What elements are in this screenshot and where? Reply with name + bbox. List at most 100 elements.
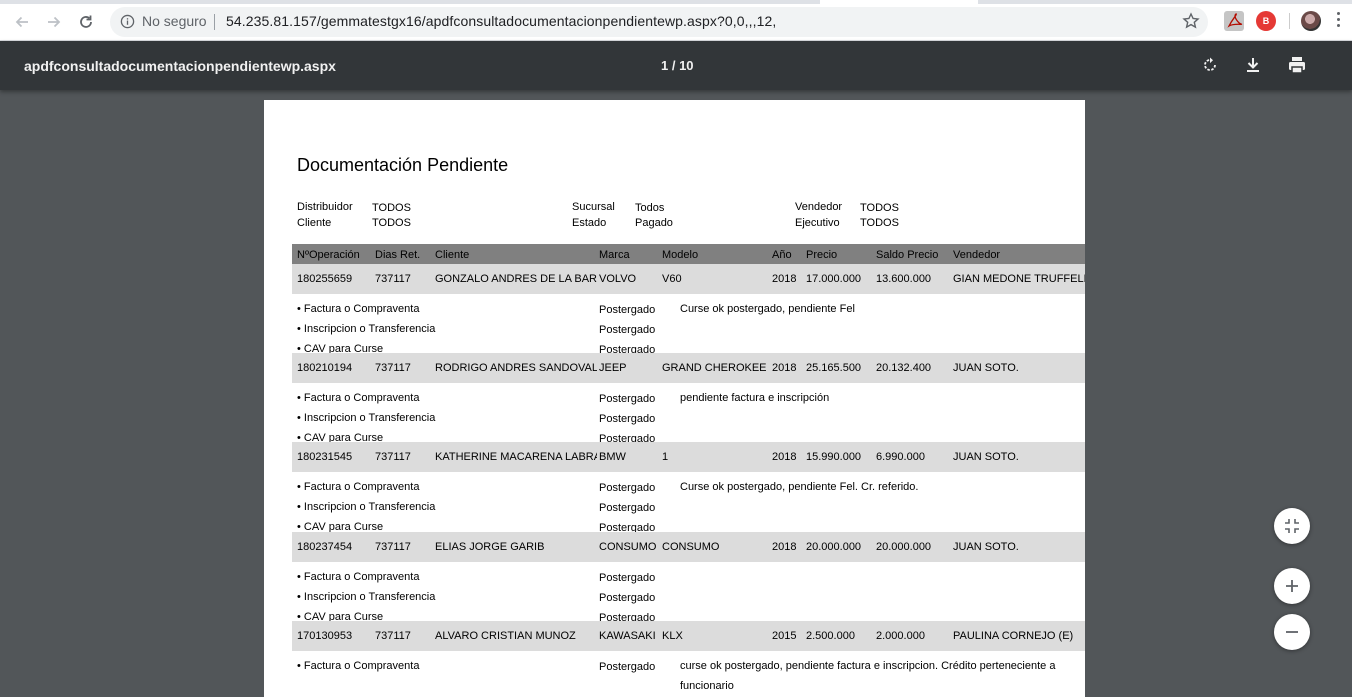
info-icon[interactable]: [120, 14, 135, 34]
rotate-icon[interactable]: [1199, 54, 1221, 76]
url-text[interactable]: 54.235.81.157/gemmatestgx16/apdfconsulta…: [226, 13, 776, 29]
filter-distribuidor-label: Distribuidor: [297, 201, 353, 213]
observation-text: funcionario: [680, 680, 734, 692]
cell-saldo: 2.000.000: [876, 630, 925, 642]
document-status: Postergado: [599, 661, 656, 673]
filter-sucursal-value: Todos: [635, 202, 665, 214]
reload-button[interactable]: [74, 10, 98, 34]
back-button[interactable]: [10, 10, 34, 34]
table-row: 180237454 737117 ELIAS JORGE GARIB CONSUMO C…: [292, 532, 1085, 562]
reload-icon: [80, 15, 92, 28]
table-row: 170130953 737117 ALVARO CRISTIAN MUNOZ KAWA…: [292, 621, 1085, 651]
cell-cliente: ELIAS JORGE GARIB: [435, 541, 545, 553]
cell-cliente: ALVARO CRISTIAN MUNOZ: [435, 630, 576, 642]
cell-operacion: 180210194: [297, 362, 353, 374]
column-header-marca: Marca: [599, 249, 630, 261]
cell-vendedor: PAULINA CORNEJO (E): [953, 630, 1074, 642]
cell-modelo: CONSUMO: [662, 541, 720, 553]
plus-icon: [1286, 580, 1298, 592]
pdf-viewer-toolbar: apdfconsultadocumentacionpendientewp.asp…: [0, 41, 1352, 90]
bookmark-star-icon[interactable]: [1182, 12, 1200, 35]
cell-cliente: RODRIGO ANDRES SANDOVAL: [435, 362, 597, 374]
cell-anio: 2018: [772, 273, 797, 285]
document-item: • Factura o Compraventa: [297, 303, 420, 315]
cell-vendedor: JUAN SOTO.: [953, 451, 1019, 463]
cell-dias: 737117: [375, 451, 411, 463]
observation-text: curse ok postergado, pendiente factura e…: [680, 660, 1056, 672]
table-row: 180231545 737117 KATHERINE MACARENA LABRA B…: [292, 442, 1085, 472]
document-item: • Inscripcion o Transferencia: [297, 501, 436, 513]
filter-vendedor-label: Vendedor: [795, 201, 843, 213]
cell-saldo: 20.132.400: [876, 362, 932, 374]
filter-vendedor-value: TODOS: [860, 202, 899, 214]
cell-marca: BMW: [599, 451, 626, 463]
arrow-left-icon: [15, 16, 28, 28]
column-header-dias: Dias Ret.: [375, 249, 421, 261]
table-row: 180210194 737117 RODRIGO ANDRES SANDOVAL JE…: [292, 353, 1085, 383]
document-item: • Inscripcion o Transferencia: [297, 412, 436, 424]
extensions-divider: [1289, 13, 1290, 29]
cell-marca: VOLVO: [599, 273, 637, 285]
document-item: • Inscripcion o Transferencia: [297, 323, 436, 335]
document-status: Postergado: [599, 502, 656, 514]
download-icon[interactable]: [1242, 54, 1264, 76]
observation-text: Curse ok postergado, pendiente Fel. Cr. …: [680, 481, 919, 493]
print-icon[interactable]: [1286, 54, 1308, 76]
cell-marca: JEEP: [599, 362, 627, 374]
arrow-right-icon: [48, 16, 61, 28]
cell-precio: 15.990.000: [806, 451, 862, 463]
table-row: 180255659 737117 GONZALO ANDRES DE LA BARR…: [292, 264, 1085, 294]
column-header-cliente: Cliente: [435, 249, 470, 261]
document-status: Postergado: [599, 304, 656, 316]
table-header: NºOperación Dias Ret. Cliente Marca Mode…: [292, 244, 1085, 264]
cell-cliente: KATHERINE MACARENA LABRA: [435, 451, 597, 463]
document-item: • Factura o Compraventa: [297, 660, 420, 672]
observation-text: Curse ok postergado, pendiente Fel: [680, 303, 855, 315]
observation-text: pendiente factura e inscripción: [680, 392, 830, 404]
cell-precio: 2.500.000: [806, 630, 855, 642]
address-bar[interactable]: No seguro 54.235.81.157/gemmatestgx16/ap…: [110, 7, 1208, 37]
column-header-saldo: Saldo Precio: [876, 249, 939, 261]
cell-modelo: V60: [662, 273, 682, 285]
cell-saldo: 13.600.000: [876, 273, 932, 285]
pdf-extension-icon[interactable]: [1224, 11, 1244, 31]
extension-badge-icon[interactable]: B: [1256, 11, 1276, 31]
security-label[interactable]: No seguro: [142, 13, 207, 29]
page-indicator[interactable]: 1 / 10: [661, 58, 694, 73]
cell-anio: 2015: [772, 630, 797, 642]
cell-anio: 2018: [772, 451, 797, 463]
cell-dias: 737117: [375, 362, 411, 374]
cell-operacion: 180231545: [297, 451, 353, 463]
cell-dias: 737117: [375, 541, 411, 553]
active-tab-edge[interactable]: [820, 0, 978, 4]
column-header-modelo: Modelo: [662, 249, 699, 261]
minus-icon: [1286, 631, 1298, 633]
column-header-operacion: NºOperación: [297, 249, 360, 261]
document-status: Postergado: [599, 482, 656, 494]
kebab-menu-icon[interactable]: [1336, 12, 1342, 30]
zoom-out-button[interactable]: [1274, 614, 1310, 650]
document-status: Postergado: [599, 592, 656, 604]
document-item: • Factura o Compraventa: [297, 571, 420, 583]
filter-estado-label: Estado: [572, 217, 607, 229]
cell-modelo: GRAND CHEROKEE: [662, 362, 767, 374]
fit-to-page-button[interactable]: [1274, 508, 1310, 544]
cell-anio: 2018: [772, 362, 797, 374]
document-item: • Inscripcion o Transferencia: [297, 591, 436, 603]
forward-button[interactable]: [42, 10, 66, 34]
document-status: Postergado: [599, 324, 656, 336]
fit-page-icon: [1285, 519, 1299, 533]
filter-ejecutivo-value: TODOS: [860, 217, 899, 229]
zoom-in-button[interactable]: [1274, 568, 1310, 604]
profile-avatar[interactable]: [1301, 11, 1321, 31]
cell-precio: 20.000.000: [806, 541, 862, 553]
tab-strip: [0, 0, 1352, 4]
cell-vendedor: GIAN MEDONE TRUFFELLO: [953, 273, 1085, 285]
cell-vendedor: JUAN SOTO.: [953, 362, 1019, 374]
filter-sucursal-label: Sucursal: [572, 201, 615, 213]
cell-marca: CONSUMO: [599, 541, 657, 553]
cell-saldo: 20.000.000: [876, 541, 932, 553]
cell-precio: 17.000.000: [806, 273, 862, 285]
document-item: • Factura o Compraventa: [297, 392, 420, 404]
cell-precio: 25.165.500: [806, 362, 862, 374]
